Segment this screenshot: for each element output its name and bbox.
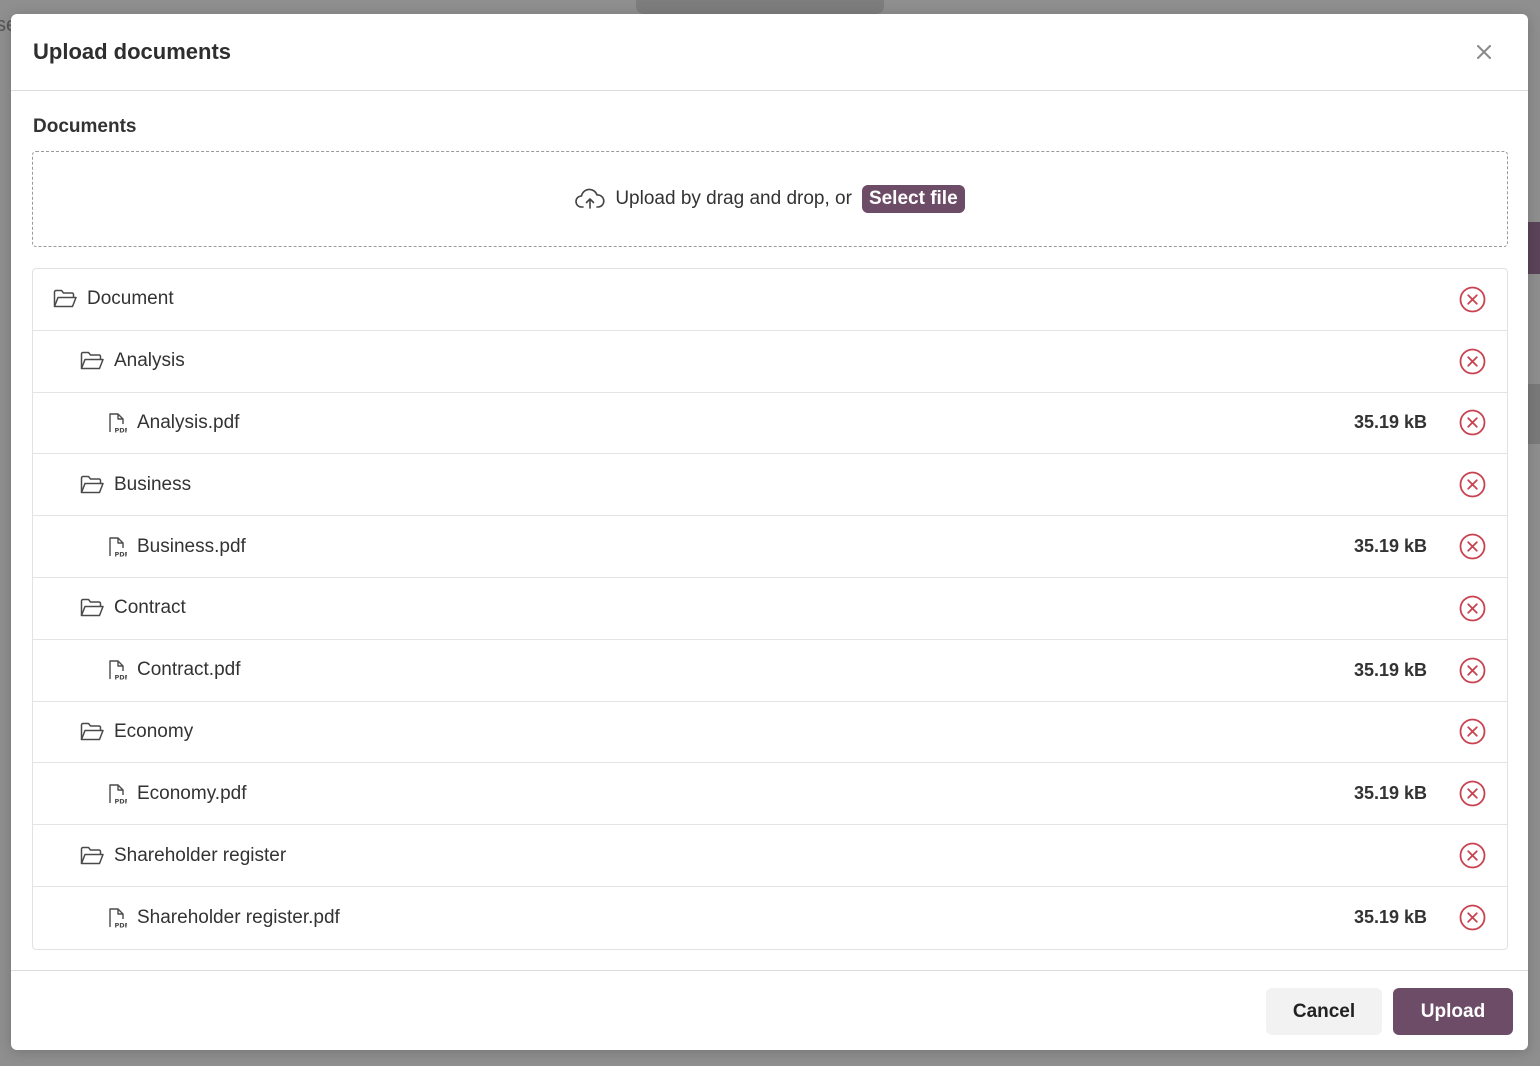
remove-button[interactable] xyxy=(1459,286,1486,313)
remove-button[interactable] xyxy=(1459,348,1486,375)
folder-name: Shareholder register xyxy=(114,844,287,866)
file-size: 35.19 kB xyxy=(1353,536,1427,557)
pdf-file-icon: PDF xyxy=(107,907,127,929)
folder-name: Economy xyxy=(114,720,194,742)
close-icon xyxy=(1477,45,1491,59)
remove-circle-icon xyxy=(1459,348,1486,375)
folder-row: Document xyxy=(33,269,1507,331)
file-row: PDF Analysis.pdf 35.19 kB xyxy=(33,393,1507,455)
file-name: Analysis.pdf xyxy=(137,411,240,433)
folder-name: Contract xyxy=(114,597,186,619)
file-size: 35.19 kB xyxy=(1353,907,1427,928)
remove-button[interactable] xyxy=(1459,471,1486,498)
remove-button[interactable] xyxy=(1459,409,1486,436)
remove-circle-icon xyxy=(1459,286,1486,313)
remove-button[interactable] xyxy=(1459,595,1486,622)
folder-open-icon xyxy=(53,289,77,309)
modal-footer: Cancel Upload xyxy=(11,970,1528,1050)
remove-circle-icon xyxy=(1459,595,1486,622)
file-name: Business.pdf xyxy=(137,535,246,557)
remove-button[interactable] xyxy=(1459,780,1486,807)
remove-circle-icon xyxy=(1459,904,1486,931)
file-size: 35.19 kB xyxy=(1353,659,1427,680)
cloud-upload-icon xyxy=(575,188,605,209)
remove-circle-icon xyxy=(1459,471,1486,498)
folder-open-icon xyxy=(80,722,104,742)
modal-header: Upload documents xyxy=(11,14,1528,91)
file-row: PDF Business.pdf 35.19 kB xyxy=(33,516,1507,578)
file-name: Shareholder register.pdf xyxy=(137,906,340,928)
svg-text:PDF: PDF xyxy=(115,550,128,558)
background-scroll-bar xyxy=(1528,384,1540,444)
pdf-file-icon: PDF xyxy=(107,783,127,805)
file-name: Contract.pdf xyxy=(137,659,241,681)
file-row: PDF Contract.pdf 35.19 kB xyxy=(33,640,1507,702)
remove-button[interactable] xyxy=(1459,718,1486,745)
remove-circle-icon xyxy=(1459,842,1486,869)
svg-text:PDF: PDF xyxy=(115,674,128,682)
remove-circle-icon xyxy=(1459,410,1486,436)
folder-name: Business xyxy=(114,473,192,495)
cancel-button[interactable]: Cancel xyxy=(1266,988,1382,1035)
folder-row: Analysis xyxy=(33,331,1507,393)
close-button[interactable] xyxy=(1470,38,1498,66)
folder-open-icon xyxy=(80,351,104,371)
folder-name: Document xyxy=(87,288,174,310)
folder-open-icon xyxy=(80,598,104,618)
upload-button[interactable]: Upload xyxy=(1393,988,1513,1035)
document-tree: Document Analysis PDF Analysis.pdf 35.19 kB B… xyxy=(32,268,1508,950)
file-size: 35.19 kB xyxy=(1353,412,1427,433)
folder-open-icon xyxy=(80,846,104,866)
dropzone-text: Upload by drag and drop, or xyxy=(615,188,852,209)
file-row: PDF Shareholder register.pdf 35.19 kB xyxy=(33,887,1507,949)
remove-circle-icon xyxy=(1459,780,1486,807)
svg-text:PDF: PDF xyxy=(115,921,128,929)
file-row: PDF Economy.pdf 35.19 kB xyxy=(33,763,1507,826)
background-accent-bar xyxy=(1528,222,1540,274)
remove-circle-icon xyxy=(1459,533,1486,560)
folder-row: Economy xyxy=(33,702,1507,764)
upload-documents-modal: Upload documents Documents Upload by dra… xyxy=(11,14,1528,1050)
folder-name: Analysis xyxy=(114,350,185,372)
remove-circle-icon xyxy=(1459,657,1486,684)
select-file-button[interactable]: Select file xyxy=(861,185,965,213)
modal-title: Upload documents xyxy=(33,39,232,64)
background-pill xyxy=(636,0,884,14)
folder-row: Shareholder register xyxy=(33,825,1507,887)
svg-text:PDF: PDF xyxy=(115,797,128,805)
pdf-file-icon: PDF xyxy=(107,536,127,558)
pdf-file-icon: PDF xyxy=(107,659,127,681)
remove-button[interactable] xyxy=(1459,657,1486,684)
folder-open-icon xyxy=(80,475,104,495)
file-name: Economy.pdf xyxy=(137,782,247,804)
documents-label: Documents xyxy=(33,116,137,137)
folder-row: Contract xyxy=(33,578,1507,640)
svg-text:PDF: PDF xyxy=(115,426,128,434)
remove-circle-icon xyxy=(1459,719,1486,745)
remove-button[interactable] xyxy=(1459,533,1486,560)
pdf-file-icon: PDF xyxy=(107,412,127,434)
remove-button[interactable] xyxy=(1459,842,1486,869)
file-dropzone[interactable]: Upload by drag and drop, or Select file xyxy=(32,151,1508,247)
folder-row: Business xyxy=(33,454,1507,517)
remove-button[interactable] xyxy=(1459,904,1486,931)
file-size: 35.19 kB xyxy=(1353,783,1427,804)
